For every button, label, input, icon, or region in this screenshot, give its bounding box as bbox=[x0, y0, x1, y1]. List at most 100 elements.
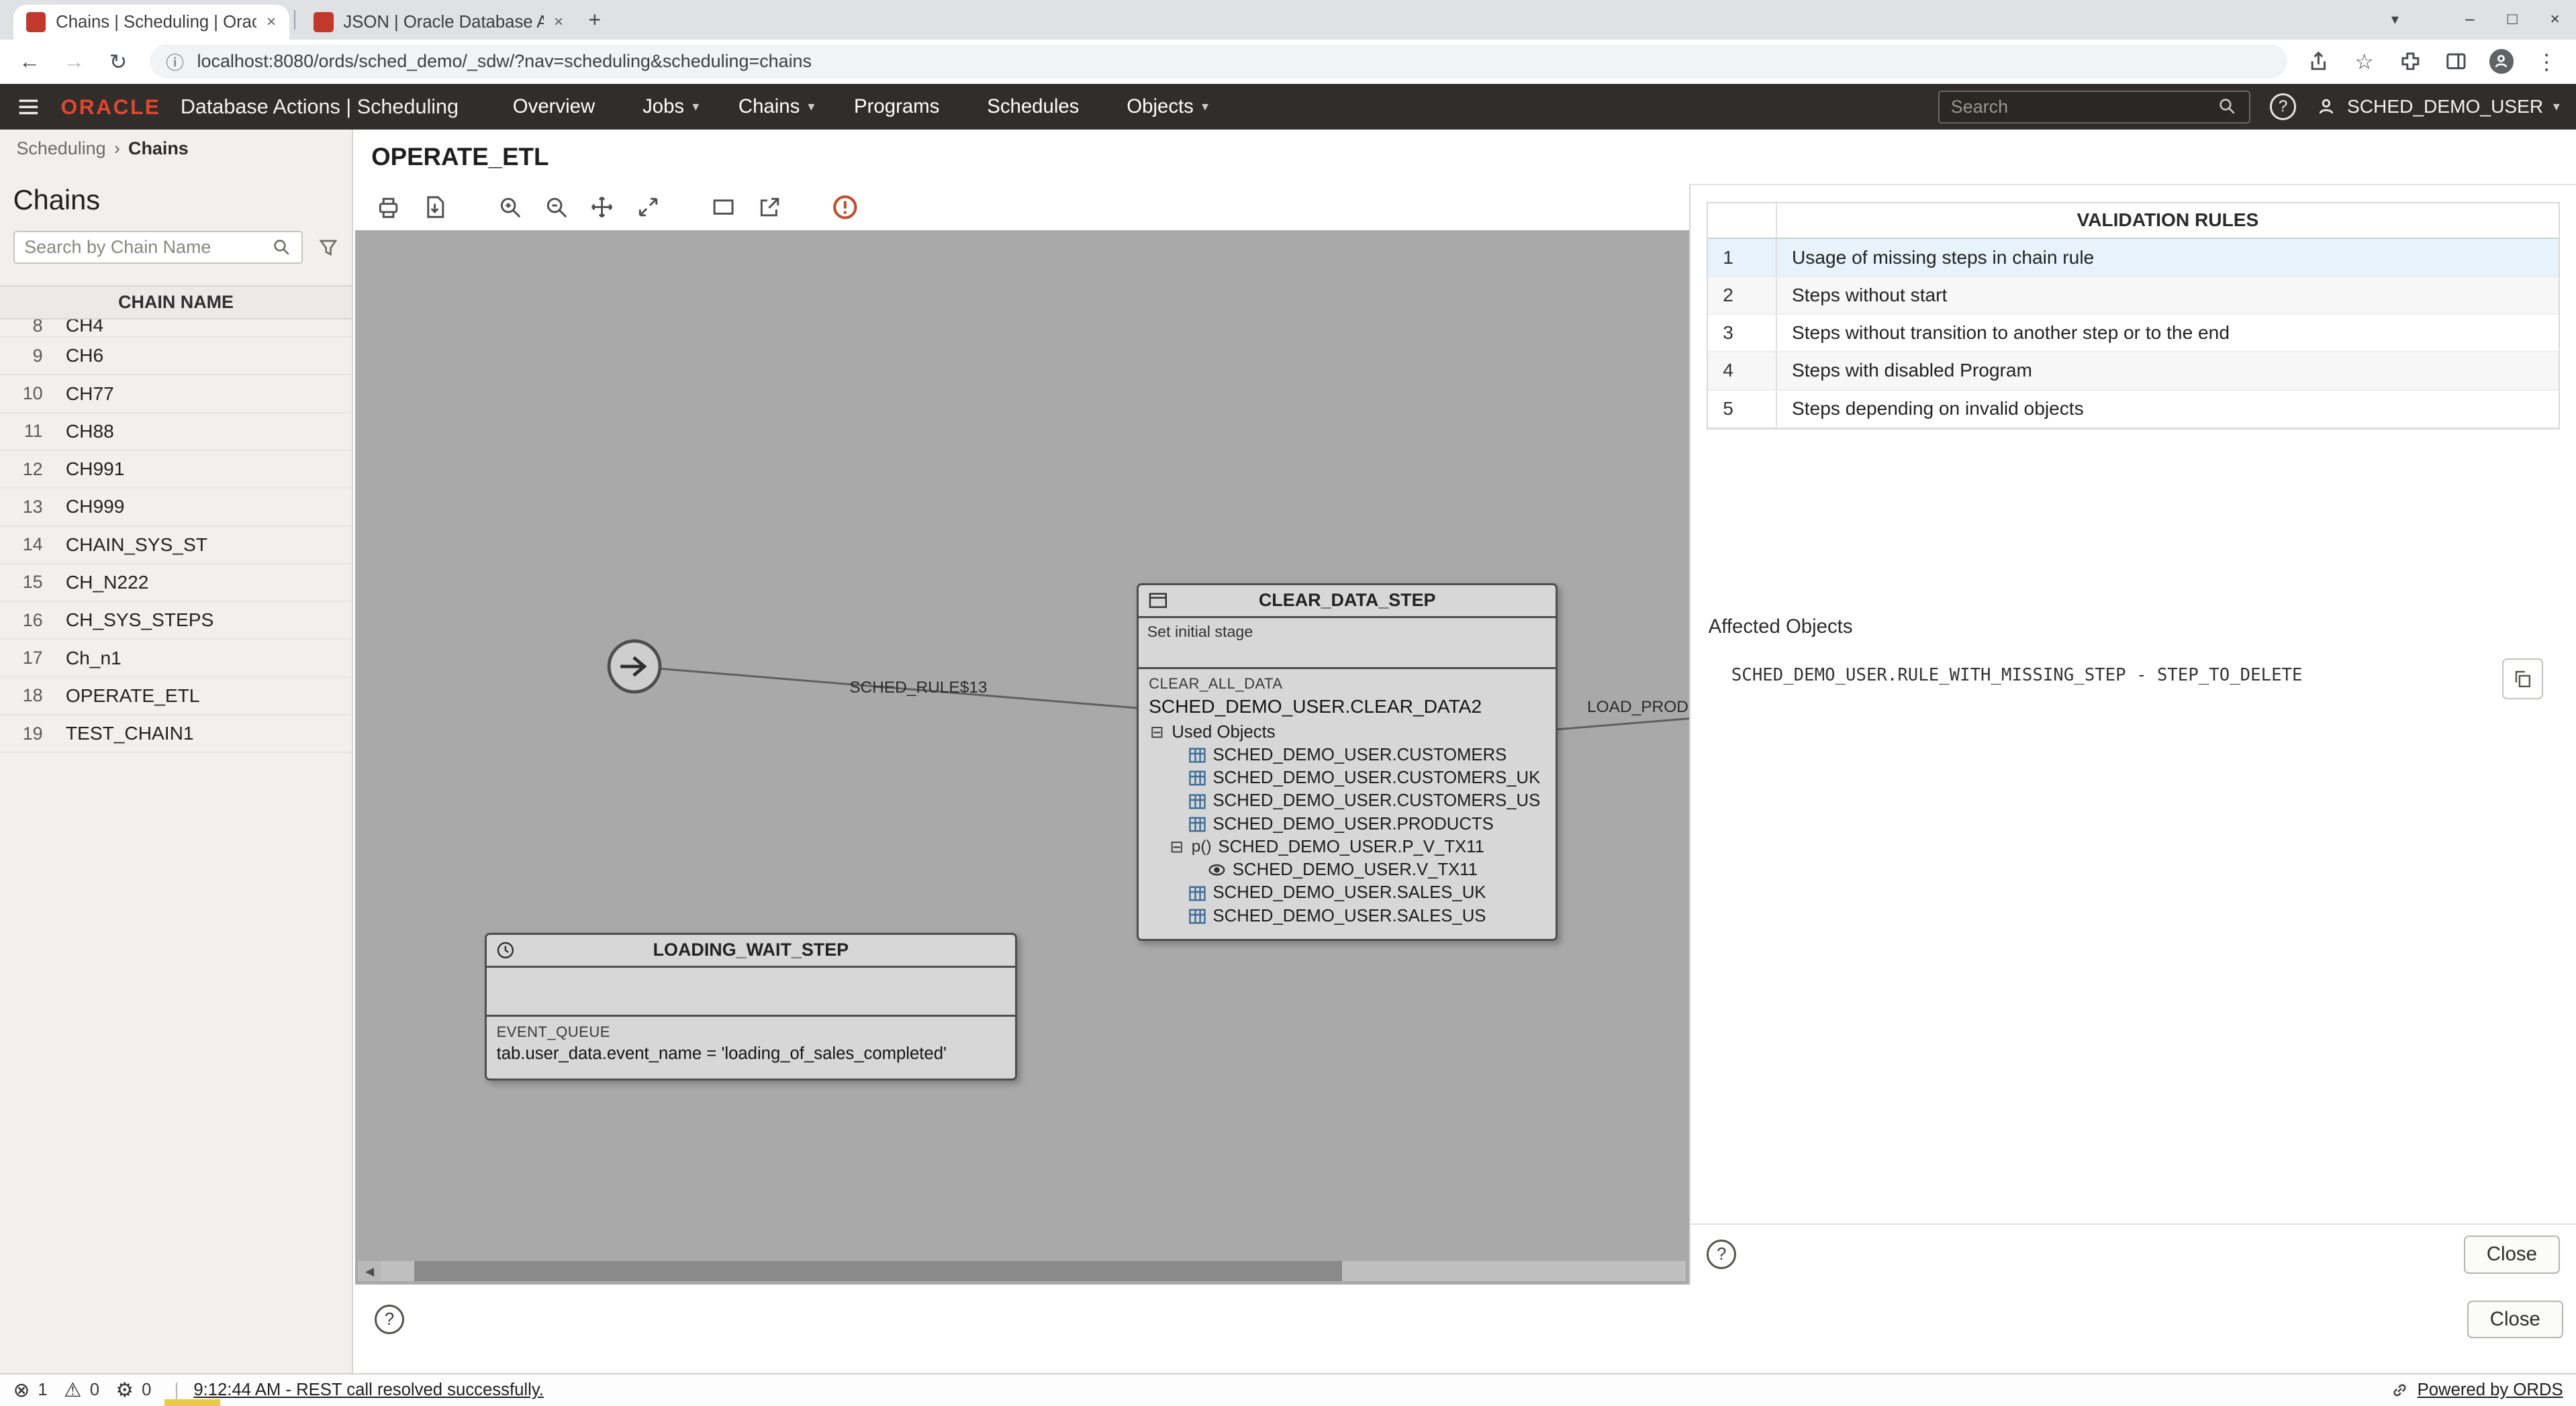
table-row[interactable]: 16 CH_SYS_STEPS bbox=[0, 602, 352, 640]
frame-select-icon[interactable] bbox=[710, 193, 738, 221]
used-object-item[interactable]: SCHED_DEMO_USER.CUSTOMERS_US bbox=[1149, 790, 1545, 813]
validation-alert-icon[interactable] bbox=[831, 193, 859, 221]
new-tab-button[interactable]: + bbox=[577, 3, 613, 36]
chain-diagram-canvas[interactable]: SCHED_RULE$13 LOAD_PRODUCT_ CLEAR_D bbox=[354, 230, 1689, 1285]
powered-by-ords-link[interactable]: Powered by ORDS bbox=[2418, 1380, 2563, 1400]
step-header[interactable]: LOADING_WAIT_STEP bbox=[486, 935, 1015, 968]
url-bar[interactable]: ⓘ localhost:8080/ords/sched_demo/_sdw/?n… bbox=[149, 44, 2287, 79]
pan-icon[interactable] bbox=[588, 193, 616, 221]
hamburger-icon[interactable] bbox=[16, 95, 41, 119]
panel-close-button[interactable]: Close bbox=[2464, 1236, 2560, 1274]
menu-dots-icon[interactable]: ⋮ bbox=[2534, 48, 2560, 74]
used-object-item[interactable]: SCHED_DEMO_USER.CUSTOMERS_UK bbox=[1149, 767, 1545, 790]
print-icon[interactable] bbox=[375, 193, 403, 221]
edge-label-sched-rule[interactable]: SCHED_RULE$13 bbox=[849, 679, 987, 697]
export-image-icon[interactable] bbox=[420, 193, 448, 221]
close-button[interactable]: Close bbox=[2467, 1301, 2563, 1339]
used-objects-root[interactable]: ⊟ Used Objects bbox=[1149, 721, 1545, 744]
nav-item-programs[interactable]: Programs bbox=[836, 89, 965, 125]
table-row[interactable]: 9 CH6 bbox=[0, 338, 352, 376]
collapse-icon[interactable]: ⊟ bbox=[1149, 722, 1165, 742]
profile-icon[interactable] bbox=[2489, 49, 2514, 74]
chain-search[interactable] bbox=[13, 231, 303, 264]
validation-rule-row[interactable]: 4 Steps with disabled Program bbox=[1708, 352, 2559, 391]
table-row[interactable]: 10 CH77 bbox=[0, 375, 352, 413]
step-clear-data[interactable]: CLEAR_DATA_STEP Set initial stage CLEAR_… bbox=[1137, 583, 1558, 942]
search-icon[interactable] bbox=[272, 238, 291, 257]
step-title: CLEAR_DATA_STEP bbox=[1258, 590, 1436, 611]
table-row[interactable]: 14 CHAIN_SYS_ST bbox=[0, 527, 352, 564]
browser-tab[interactable]: JSON | Oracle Database Actions × bbox=[301, 5, 577, 39]
window-minimize-button[interactable]: – bbox=[2465, 10, 2475, 29]
site-info-icon[interactable]: ⓘ bbox=[166, 48, 184, 74]
bookmark-star-icon[interactable]: ☆ bbox=[2351, 48, 2377, 74]
nav-item-objects[interactable]: Objects ▾ bbox=[1108, 89, 1226, 125]
forward-icon[interactable]: → bbox=[61, 49, 87, 74]
used-object-item-view[interactable]: SCHED_DEMO_USER.V_TX11 bbox=[1149, 859, 1545, 882]
window-maximize-button[interactable]: □ bbox=[2508, 10, 2518, 29]
warnings-icon[interactable]: ⚠ bbox=[64, 1378, 81, 1402]
open-in-new-icon[interactable] bbox=[756, 193, 784, 221]
tab-close-icon[interactable]: × bbox=[267, 13, 276, 32]
filter-icon[interactable] bbox=[318, 237, 339, 258]
scroll-left-arrow[interactable]: ◀ bbox=[358, 1261, 381, 1281]
step-header[interactable]: CLEAR_DATA_STEP bbox=[1139, 585, 1556, 618]
back-icon[interactable]: ← bbox=[16, 49, 42, 74]
zoom-in-icon[interactable] bbox=[496, 193, 524, 221]
global-search[interactable] bbox=[1938, 90, 2250, 123]
fit-to-screen-icon[interactable] bbox=[634, 193, 662, 221]
table-row[interactable]: 17 Ch_n1 bbox=[0, 640, 352, 678]
step-loading-wait[interactable]: LOADING_WAIT_STEP EVENT_QUEUE tab.user_d… bbox=[484, 932, 1017, 1081]
zoom-out-icon[interactable] bbox=[542, 193, 570, 221]
collapse-icon[interactable]: ⊟ bbox=[1168, 837, 1184, 857]
table-row-operate-etl[interactable]: 18 OPERATE_ETL bbox=[0, 678, 352, 715]
used-object-item-procedure[interactable]: ⊟ p() SCHED_DEMO_USER.P_V_TX11 bbox=[1149, 836, 1545, 858]
settings-gear-icon[interactable]: ⚙ bbox=[116, 1378, 134, 1402]
help-icon[interactable]: ? bbox=[1707, 1240, 1737, 1270]
table-row[interactable]: 13 CH999 bbox=[0, 489, 352, 527]
table-row[interactable]: 8 CH4 bbox=[0, 319, 352, 338]
validation-rule-row[interactable]: 3 Steps without transition to another st… bbox=[1708, 314, 2559, 353]
table-row[interactable]: 15 CH_N222 bbox=[0, 564, 352, 603]
user-menu[interactable]: SCHED_DEMO_USER ▾ bbox=[2316, 96, 2560, 117]
table-row[interactable]: 12 CH991 bbox=[0, 451, 352, 489]
help-icon[interactable]: ? bbox=[374, 1305, 404, 1335]
validation-rule-row[interactable]: 5 Steps depending on invalid objects bbox=[1708, 390, 2559, 428]
help-icon[interactable]: ? bbox=[2269, 93, 2297, 120]
tab-close-icon[interactable]: × bbox=[554, 13, 563, 32]
used-object-item[interactable]: SCHED_DEMO_USER.PRODUCTS bbox=[1149, 813, 1545, 836]
tab-search-icon[interactable]: ▾ bbox=[2391, 0, 2399, 40]
table-row[interactable]: 11 CH88 bbox=[0, 413, 352, 451]
table-row[interactable]: 19 TEST_CHAIN1 bbox=[0, 715, 352, 754]
validation-rule-row[interactable]: 1 Usage of missing steps in chain rule bbox=[1708, 239, 2559, 277]
used-object-item[interactable]: SCHED_DEMO_USER.SALES_UK bbox=[1149, 882, 1545, 905]
nav-item-chains[interactable]: Chains ▾ bbox=[720, 89, 832, 125]
table-icon bbox=[1188, 885, 1206, 903]
scrollbar-track[interactable] bbox=[381, 1261, 1686, 1281]
validation-rule-row[interactable]: 2 Steps without start bbox=[1708, 277, 2559, 315]
horizontal-scrollbar[interactable]: ◀ bbox=[358, 1261, 1686, 1281]
used-object-item[interactable]: SCHED_DEMO_USER.SALES_US bbox=[1149, 905, 1545, 927]
side-panel-icon[interactable] bbox=[2443, 48, 2469, 74]
status-message-link[interactable]: 9:12:44 AM - REST call resolved successf… bbox=[193, 1380, 544, 1400]
used-object-item[interactable]: SCHED_DEMO_USER.CUSTOMERS bbox=[1149, 744, 1545, 766]
nav-item-overview[interactable]: Overview bbox=[495, 89, 621, 125]
errors-icon[interactable]: ⊗ bbox=[13, 1378, 30, 1402]
share-icon[interactable] bbox=[2305, 48, 2332, 74]
browser-window: Chains | Scheduling | Oracle Dat × JSON … bbox=[0, 0, 2576, 1406]
global-search-input[interactable] bbox=[1950, 96, 2197, 117]
browser-tab-active[interactable]: Chains | Scheduling | Oracle Dat × bbox=[13, 5, 289, 40]
copy-button[interactable] bbox=[2502, 658, 2544, 700]
reload-icon[interactable]: ↻ bbox=[105, 49, 132, 74]
nav-item-jobs[interactable]: Jobs ▾ bbox=[624, 89, 717, 125]
chain-start-node[interactable] bbox=[605, 637, 664, 696]
nav-item-schedules[interactable]: Schedules bbox=[969, 89, 1105, 125]
extensions-icon[interactable] bbox=[2397, 48, 2424, 74]
edge-label-load-product[interactable]: LOAD_PRODUCT_ bbox=[1587, 698, 1689, 717]
breadcrumb-scheduling[interactable]: Scheduling bbox=[16, 138, 105, 159]
window-close-button[interactable]: × bbox=[2550, 10, 2559, 29]
scrollbar-thumb[interactable] bbox=[414, 1261, 1343, 1281]
chain-search-input[interactable] bbox=[24, 237, 238, 258]
chevron-down-icon: ▾ bbox=[1202, 99, 1208, 115]
tab-title: Chains | Scheduling | Oracle Dat bbox=[56, 12, 256, 32]
